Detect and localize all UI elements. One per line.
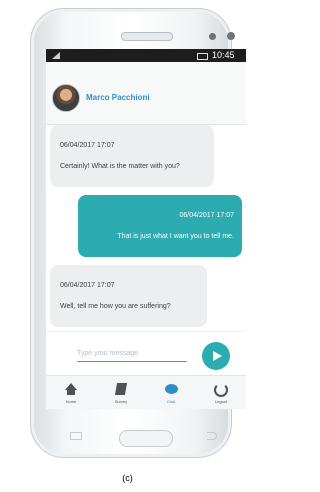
message-bubble-outgoing: 06/04/2017 17:07 That is just what I wan… bbox=[78, 195, 242, 257]
tab-logout[interactable]: Logout bbox=[196, 376, 246, 409]
message-bubble-incoming: 06/04/2017 17:07 Certainly! What is the … bbox=[50, 125, 214, 187]
message-text: That is just what I want you to tell me. bbox=[117, 233, 234, 240]
battery-icon bbox=[197, 53, 208, 60]
status-bar: 10:45 bbox=[46, 49, 246, 62]
message-input[interactable] bbox=[77, 346, 187, 362]
chat-header: Marco Pacchioni bbox=[46, 62, 246, 125]
tab-label: Logout bbox=[214, 399, 228, 404]
hardware-home-button[interactable] bbox=[119, 430, 173, 447]
message-timestamp: 06/04/2017 17:07 bbox=[60, 142, 115, 149]
tab-survey[interactable]: Survey bbox=[96, 376, 146, 409]
tab-label: Chat bbox=[166, 399, 176, 404]
bottom-tab-bar: Home Survey Chat Logout bbox=[46, 375, 246, 409]
message-timestamp: 06/04/2017 17:07 bbox=[60, 282, 115, 289]
contact-name[interactable]: Marco Pacchioni bbox=[86, 93, 150, 102]
home-icon bbox=[65, 383, 77, 395]
menu-key-icon[interactable] bbox=[70, 432, 82, 440]
message-bubble-incoming: 06/04/2017 17:07 Well, tell me how you a… bbox=[50, 265, 207, 327]
front-camera-icon bbox=[227, 32, 235, 40]
message-composer bbox=[46, 331, 246, 376]
tab-label: Home bbox=[65, 399, 77, 404]
phone-screen: 10:45 Marco Pacchioni 06/04/2017 17:07 C… bbox=[46, 49, 246, 409]
chat-icon bbox=[165, 384, 178, 394]
avatar[interactable] bbox=[52, 84, 80, 112]
status-time: 10:45 bbox=[212, 50, 235, 60]
send-icon bbox=[213, 351, 222, 361]
speaker-grille bbox=[121, 32, 173, 41]
tab-home[interactable]: Home bbox=[46, 376, 96, 409]
back-key-icon[interactable] bbox=[207, 432, 217, 440]
message-timestamp: 06/04/2017 17:07 bbox=[179, 212, 235, 219]
figure-caption: (c) bbox=[122, 473, 133, 483]
message-list[interactable]: 06/04/2017 17:07 Certainly! What is the … bbox=[46, 125, 246, 329]
sensor-icon bbox=[209, 33, 216, 40]
survey-icon bbox=[114, 383, 128, 395]
message-text: Certainly! What is the matter with you? bbox=[60, 163, 180, 170]
logout-icon bbox=[214, 383, 228, 397]
signal-icon bbox=[52, 52, 60, 59]
send-button[interactable] bbox=[202, 342, 230, 370]
message-text: Well, tell me how you are suffering? bbox=[60, 303, 171, 310]
tab-chat[interactable]: Chat bbox=[146, 376, 196, 409]
tab-label: Survey bbox=[114, 399, 128, 404]
